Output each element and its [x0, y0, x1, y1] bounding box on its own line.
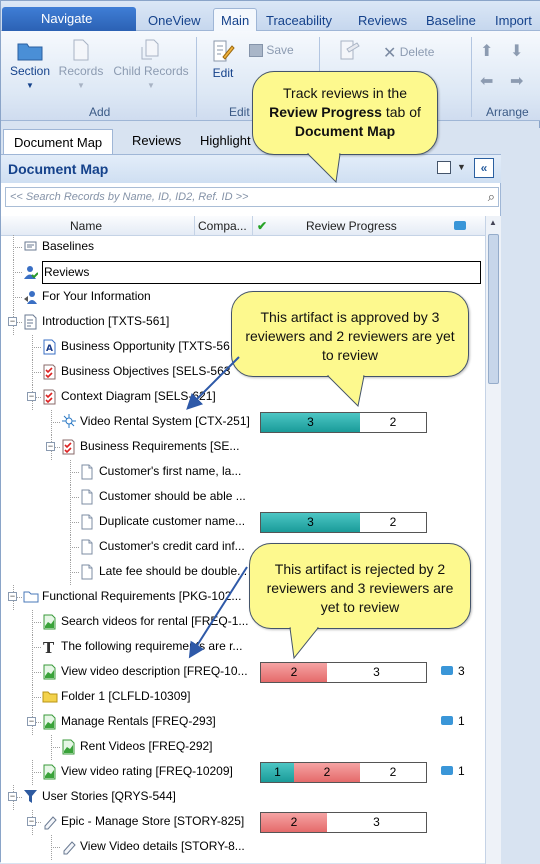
arrow-to-rejected-row [188, 566, 248, 659]
annotation-arrows [186, 356, 248, 659]
arrow-to-approved-row [186, 356, 240, 410]
app-window: Navigate OneView Main Traceability Revie… [0, 0, 540, 864]
